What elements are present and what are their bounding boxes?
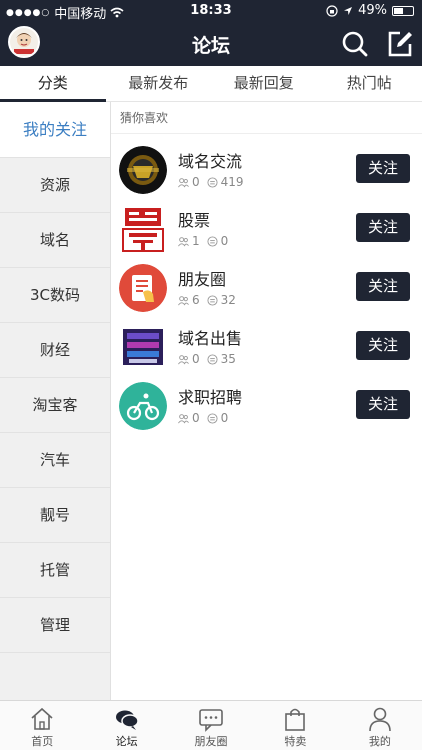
- message-icon: [199, 709, 223, 732]
- search-icon[interactable]: [341, 30, 369, 58]
- bottom-tab-me[interactable]: 我的: [338, 701, 422, 750]
- bottom-tab-label: 论坛: [115, 735, 138, 748]
- list-item[interactable]: 域名交流 0 419 关注: [111, 142, 422, 201]
- members-icon: [178, 177, 189, 187]
- tab-hot-posts[interactable]: 热门帖: [317, 66, 422, 101]
- follow-button[interactable]: 关注: [356, 213, 410, 242]
- members-icon: [178, 354, 189, 364]
- list-item[interactable]: 股票 1 0 关注: [111, 201, 422, 260]
- member-count: 1: [192, 234, 200, 248]
- sidebar-item-3c-digital[interactable]: 3C数码: [0, 268, 110, 323]
- comment-icon: [207, 176, 218, 188]
- chat-bubbles-icon: [115, 710, 139, 730]
- forum-stats: 6 32: [178, 293, 236, 307]
- tab-bar: 分类 最新发布 最新回复 热门帖: [0, 66, 422, 102]
- member-count: 0: [192, 175, 200, 189]
- header: ●●●●○ 中国移动 18:33 49% 论坛: [0, 0, 422, 66]
- sidebar-item-admin[interactable]: 管理: [0, 598, 110, 653]
- list-item[interactable]: 求职招聘 0 0 关注: [111, 378, 422, 437]
- post-count: 0: [220, 411, 229, 425]
- tab-categories[interactable]: 分类: [0, 66, 106, 102]
- bottom-tab-label: 我的: [368, 735, 391, 748]
- forum-stats: 0 35: [178, 352, 236, 366]
- compose-icon[interactable]: [386, 30, 414, 58]
- status-bar: ●●●●○ 中国移动 18:33 49%: [0, 0, 422, 22]
- stock-logo-icon: [119, 205, 167, 253]
- bottom-tab-label: 特卖: [284, 735, 307, 748]
- follow-button[interactable]: 关注: [356, 272, 410, 301]
- list-item[interactable]: 域名出售 0 35 关注: [111, 319, 422, 378]
- bottom-tab-sale[interactable]: 特卖: [253, 701, 337, 750]
- member-count: 0: [192, 411, 200, 425]
- sidebar-item-cars[interactable]: 汽车: [0, 433, 110, 488]
- job-logo-icon: [119, 382, 167, 430]
- sidebar-item-taobaoke[interactable]: 淘宝客: [0, 378, 110, 433]
- follow-button[interactable]: 关注: [356, 154, 410, 183]
- bottom-tab-home[interactable]: 首页: [0, 701, 84, 750]
- forum-stats: 0 0: [178, 411, 228, 425]
- person-icon: [369, 707, 391, 732]
- comment-icon: [207, 294, 218, 306]
- members-icon: [178, 236, 189, 246]
- moments-logo-icon: [119, 264, 167, 312]
- forum-stats: 1 0: [178, 234, 228, 248]
- forum-list-panel: 猜你喜欢 域名交流 0 419 关注 股票 1 0 关注 朋友圈 6 32 关注…: [111, 102, 422, 700]
- post-count: 35: [220, 352, 236, 366]
- comment-icon: [207, 353, 218, 365]
- post-count: 419: [220, 175, 244, 189]
- section-title: 猜你喜欢: [111, 102, 422, 134]
- forum-name: 域名交流: [178, 152, 243, 171]
- shopping-bag-icon: [285, 708, 306, 731]
- domain-exchange-logo-icon: [119, 146, 167, 194]
- follow-button[interactable]: 关注: [356, 331, 410, 360]
- follow-button[interactable]: 关注: [356, 390, 410, 419]
- forum-name: 股票: [178, 211, 211, 230]
- sidebar-item-my-follows[interactable]: 我的关注: [0, 102, 110, 158]
- members-icon: [178, 295, 189, 305]
- post-count: 0: [220, 234, 229, 248]
- tab-latest-replies[interactable]: 最新回复: [211, 66, 317, 101]
- domain-sale-logo-icon: [119, 323, 167, 371]
- sidebar-item-resources[interactable]: 资源: [0, 158, 110, 213]
- bottom-tab-moments[interactable]: 朋友圈: [169, 701, 253, 750]
- member-count: 6: [192, 293, 200, 307]
- members-icon: [178, 413, 189, 423]
- forum-name: 朋友圈: [178, 270, 227, 289]
- bottom-tab-label: 首页: [31, 735, 54, 748]
- tab-latest-posts[interactable]: 最新发布: [106, 66, 212, 101]
- category-sidebar: 我的关注 资源 域名 3C数码 财经 淘宝客 汽车 靓号 托管 管理: [0, 102, 111, 700]
- battery-percent: 49%: [358, 3, 387, 18]
- sidebar-item-finance[interactable]: 财经: [0, 323, 110, 378]
- post-count: 32: [220, 293, 236, 307]
- navbar: 论坛: [0, 22, 422, 66]
- location-icon: [344, 6, 353, 15]
- bottom-tab-forum[interactable]: 论坛: [84, 701, 168, 750]
- forum-stats: 0 419: [178, 175, 244, 189]
- home-icon: [31, 707, 53, 730]
- comment-icon: [207, 412, 218, 424]
- battery-icon: [392, 5, 414, 16]
- sidebar-item-vanity-numbers[interactable]: 靓号: [0, 488, 110, 543]
- sidebar-item-hosting[interactable]: 托管: [0, 543, 110, 598]
- orientation-lock-icon: [326, 4, 338, 17]
- bottom-tab-label: 朋友圈: [194, 735, 228, 748]
- comment-icon: [207, 235, 218, 247]
- forum-name: 域名出售: [178, 329, 243, 348]
- bottom-tab-bar: 首页 论坛 朋友圈 特卖 我的: [0, 700, 422, 750]
- sidebar-item-domains[interactable]: 域名: [0, 213, 110, 268]
- forum-name: 求职招聘: [178, 388, 243, 407]
- member-count: 0: [192, 352, 200, 366]
- list-item[interactable]: 朋友圈 6 32 关注: [111, 260, 422, 319]
